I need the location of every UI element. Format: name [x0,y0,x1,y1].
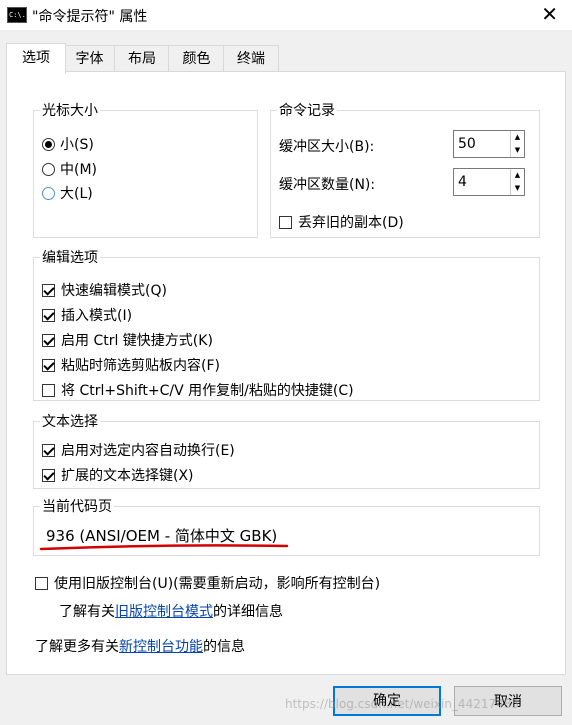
tab-layout[interactable]: 布局 [114,45,170,72]
tab-colors[interactable]: 颜色 [168,45,225,72]
text-selection-title: 文本选择 [40,411,100,431]
checkbox-label: 快速编辑模式(Q) [61,283,167,299]
filter-paste-checkbox[interactable]: 粘贴时筛选剪贴板内容(F) [42,355,220,375]
spin-up-icon[interactable]: ▲ [511,131,524,144]
legacy-info-text: 了解有关 旧版控制台模式 的详细信息 [59,601,283,621]
close-icon[interactable]: ✕ [541,2,558,26]
checkbox-indicator[interactable] [42,333,55,347]
tab-terminal[interactable]: 终端 [223,45,279,72]
checkbox-label: 将 Ctrl+Shift+C/V 用作复制/粘贴的快捷键(C) [61,383,354,399]
cursor-size-group: 光标大小 小(S) 中(M) 大(L) [33,100,258,238]
buffer-size-stepper[interactable]: ▲ ▼ [453,130,525,158]
checkbox-label: 丢弃旧的副本(D) [298,215,404,231]
command-history-group: 命令记录 缓冲区大小(B): ▲ ▼ 缓冲区数量(N): ▲ ▼ 丢弃旧的副本(… [270,100,540,238]
more-info-suffix: 的信息 [203,639,245,655]
discard-duplicates-checkbox[interactable]: 丢弃旧的副本(D) [279,212,404,232]
checkbox-label: 使用旧版控制台(U)(需要重新启动，影响所有控制台) [54,576,381,592]
checkbox-label: 启用对选定内容自动换行(E) [61,443,235,459]
checkbox-indicator[interactable] [42,358,55,372]
legacy-mode-link[interactable]: 旧版控制台模式 [115,601,213,621]
ctrl-shortcuts-checkbox[interactable]: 启用 Ctrl 键快捷方式(K) [42,330,213,350]
legacy-info-suffix: 的详细信息 [213,604,283,620]
watermark: https://blog.csdn.net/weixin_44217485 [285,697,520,711]
checkbox-indicator[interactable] [42,443,55,457]
cursor-large-radio[interactable]: 大(L) [42,183,93,203]
checkbox-label: 扩展的文本选择键(X) [61,468,194,484]
command-history-title: 命令记录 [277,100,337,120]
checkbox-indicator[interactable] [279,215,292,229]
more-info-prefix: 了解更多有关 [35,639,119,655]
buffer-count-label: 缓冲区数量(N): [279,177,376,193]
text-selection-group: 文本选择 启用对选定内容自动换行(E) 扩展的文本选择键(X) [33,411,540,489]
legacy-console-checkbox[interactable]: 使用旧版控制台(U)(需要重新启动，影响所有控制台) [35,573,380,593]
radio-label: 中(M) [60,162,98,178]
new-console-features-link[interactable]: 新控制台功能 [119,636,203,656]
checkbox-indicator[interactable] [42,383,55,397]
buffer-count-input[interactable] [454,169,510,195]
checkbox-indicator[interactable] [42,468,55,482]
extended-keys-checkbox[interactable]: 扩展的文本选择键(X) [42,465,194,485]
legacy-info-prefix: 了解有关 [59,604,115,620]
checkbox-label: 插入模式(I) [61,308,133,324]
spin-down-icon[interactable]: ▼ [511,144,524,157]
cursor-size-title: 光标大小 [40,100,100,120]
checkbox-indicator[interactable] [42,308,55,322]
buffer-count-stepper[interactable]: ▲ ▼ [453,168,525,196]
cursor-small-radio[interactable]: 小(S) [42,134,94,154]
radio-label: 大(L) [60,186,93,202]
spin-down-icon[interactable]: ▼ [511,182,524,195]
tab-options[interactable]: 选项 [6,43,66,74]
code-page-group: 当前代码页 936 (ANSI/OEM - 简体中文 GBK) [33,496,540,556]
checkbox-indicator[interactable] [35,576,48,590]
code-page-title: 当前代码页 [40,496,114,516]
tab-font[interactable]: 字体 [63,45,116,72]
red-underline-annotation [39,544,289,551]
radio-indicator[interactable] [42,186,55,200]
more-info-text: 了解更多有关 新控制台功能 的信息 [35,636,245,656]
ctrl-shift-cv-checkbox[interactable]: 将 Ctrl+Shift+C/V 用作复制/粘贴的快捷键(C) [42,380,354,400]
console-app-icon: C:\. [7,7,27,23]
buffer-size-input[interactable] [454,131,510,157]
cursor-medium-radio[interactable]: 中(M) [42,159,97,179]
line-wrap-checkbox[interactable]: 启用对选定内容自动换行(E) [42,440,235,460]
window-title: "命令提示符" 属性 [32,9,148,25]
edit-options-title: 编辑选项 [40,247,100,267]
spin-up-icon[interactable]: ▲ [511,169,524,182]
radio-indicator[interactable] [42,137,55,151]
checkbox-indicator[interactable] [42,283,55,297]
radio-indicator[interactable] [42,162,55,176]
buffer-size-label: 缓冲区大小(B): [279,139,375,155]
title-bar: C:\. "命令提示符" 属性 ✕ [0,0,572,30]
insert-mode-checkbox[interactable]: 插入模式(I) [42,305,132,325]
checkbox-label: 启用 Ctrl 键快捷方式(K) [61,333,213,349]
options-panel: 光标大小 小(S) 中(M) 大(L) 命令记录 缓冲区大小(B): ▲ ▼ 缓… [6,71,566,675]
checkbox-label: 粘贴时筛选剪贴板内容(F) [61,358,220,374]
edit-options-group: 编辑选项 快速编辑模式(Q) 插入模式(I) 启用 Ctrl 键快捷方式(K) … [33,247,540,401]
quick-edit-checkbox[interactable]: 快速编辑模式(Q) [42,280,167,300]
radio-label: 小(S) [60,137,94,153]
